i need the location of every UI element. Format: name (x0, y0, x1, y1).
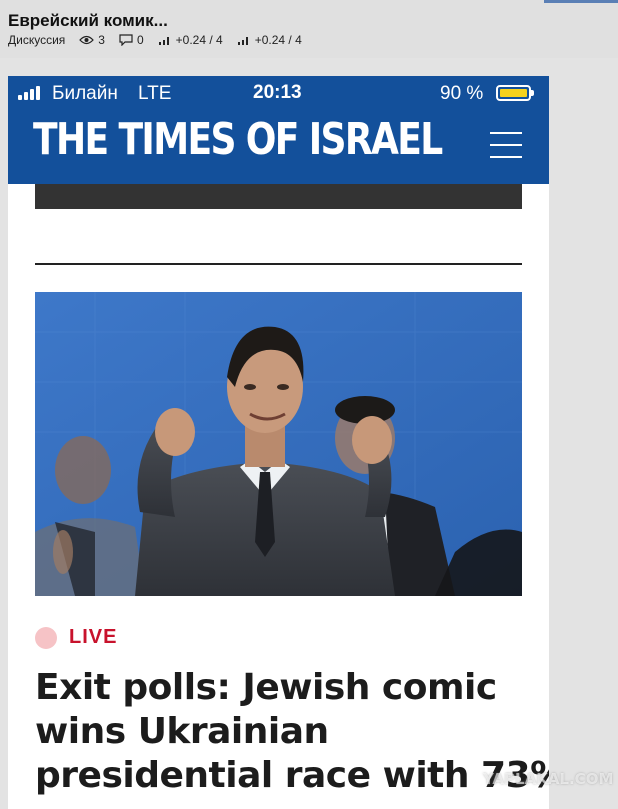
battery-fill (500, 89, 527, 97)
article-headline[interactable]: Exit polls: Jewish comic wins Ukrainian … (35, 666, 549, 798)
divider (35, 263, 522, 265)
article-photo[interactable] (35, 292, 522, 596)
header-accent (544, 0, 618, 3)
bars-icon (237, 37, 248, 45)
comments-counter[interactable]: 0 (119, 33, 144, 47)
rating-value-1: +0.24 / 4 (175, 33, 223, 47)
rating-value-2: +0.24 / 4 (254, 33, 302, 47)
site-header: Билайн LTE 20:13 90 % THE TIMES OF ISRAE… (8, 76, 549, 184)
rating-counter-2: +0.24 / 4 (237, 33, 302, 47)
site-logo[interactable]: THE TIMES OF ISRAEL (33, 114, 443, 165)
views-count: 3 (98, 33, 105, 47)
ad-banner (35, 184, 522, 209)
network-type: LTE (138, 83, 172, 104)
photo-illustration (35, 292, 522, 596)
rating-counter-1: +0.24 / 4 (158, 33, 223, 47)
bars-icon (158, 37, 169, 45)
battery-icon (496, 85, 534, 101)
headline-line-3: presidential race with 73% (35, 755, 549, 796)
eye-icon (79, 35, 95, 45)
post-meta: Дискуссия 3 0 +0.24 / 4 +0.24 / 4 (8, 33, 316, 47)
carrier-name: Билайн (52, 83, 118, 104)
status-bar: Билайн LTE 20:13 90 % (8, 76, 549, 112)
phone-screenshot: Билайн LTE 20:13 90 % THE TIMES OF ISRAE… (8, 76, 549, 809)
signal-icon (18, 86, 40, 100)
site-watermark: YAPLAKAL.COM (483, 770, 614, 788)
status-time: 20:13 (253, 82, 302, 103)
headline-line-1: Exit polls: Jewish comic (35, 667, 497, 708)
battery-percent: 90 % (440, 83, 484, 104)
post-category[interactable]: Дискуссия (8, 33, 65, 47)
live-dot-icon (35, 626, 57, 649)
views-counter: 3 (79, 33, 105, 47)
live-indicator: LIVE (35, 626, 117, 649)
comment-icon (119, 34, 133, 46)
headline-line-2: wins Ukrainian (35, 711, 329, 752)
post-title[interactable]: Еврейский комик... (8, 11, 168, 31)
live-label: LIVE (69, 626, 118, 648)
menu-icon[interactable] (490, 132, 522, 158)
post-header: Еврейский комик... Дискуссия 3 0 +0.24 /… (0, 0, 618, 58)
comments-count: 0 (136, 33, 144, 47)
